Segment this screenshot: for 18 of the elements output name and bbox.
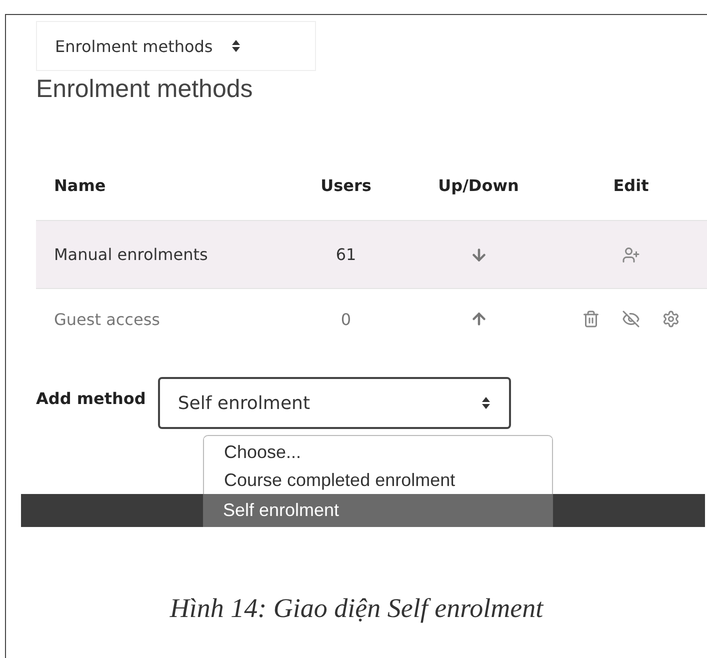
column-header: Users: [320, 176, 372, 194]
sort-caret-icon: [480, 396, 491, 410]
page-select[interactable]: Enrolment methods: [36, 21, 316, 71]
table-cell-text: Manual enrolments: [53, 245, 209, 264]
user-add-icon[interactable]: [622, 246, 640, 264]
column-header: Up/Down: [437, 176, 520, 194]
table-cell-text: 0: [340, 310, 352, 328]
dropdown-option[interactable]: Self enrolment: [203, 494, 553, 527]
column-header: Name: [53, 176, 107, 194]
figure-caption: Hình 14: Giao diện Self enrolment: [168, 593, 545, 624]
method-select[interactable]: Self enrolment: [158, 377, 511, 429]
sort-caret-icon: [230, 39, 241, 53]
table-cell-text: 61: [334, 245, 358, 264]
table-cell-text: Guest access: [53, 310, 161, 328]
arrow-down-icon[interactable]: [470, 246, 488, 264]
page-heading: Enrolment methods: [36, 75, 254, 104]
field-label: Add method: [36, 389, 146, 408]
column-header: Edit: [612, 176, 650, 194]
